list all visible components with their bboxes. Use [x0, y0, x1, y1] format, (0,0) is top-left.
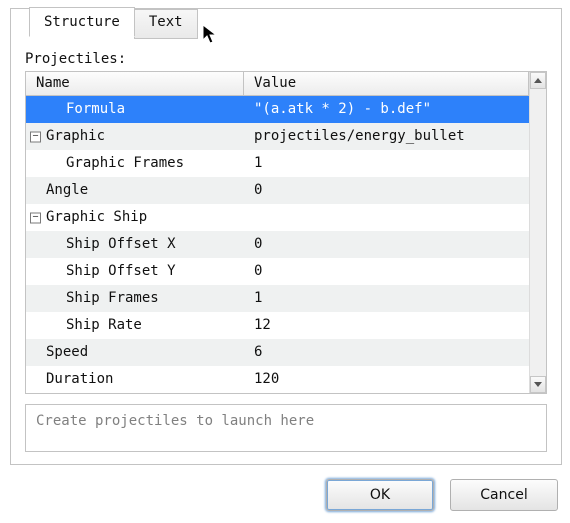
ok-button[interactable]: OK: [326, 479, 434, 511]
row-name-label: Angle: [26, 177, 88, 204]
cell-name: Ship Rate: [26, 312, 244, 339]
table-row[interactable]: Ship Frames 1: [26, 285, 529, 312]
tab-bar: Structure Text: [29, 7, 197, 37]
table-row[interactable]: Ship Offset X 0: [26, 231, 529, 258]
table-row[interactable]: Duration 120: [26, 366, 529, 393]
row-name-label: Graphic Frames: [26, 150, 184, 177]
tab-text-label: Text: [149, 14, 183, 30]
hint-text: Create projectiles to launch here: [25, 404, 547, 452]
property-grid: Name Value Formula"(a.atk * 2) - b.def"−…: [25, 71, 547, 394]
cell-name: Ship Frames: [26, 285, 244, 312]
cell-name: Graphic Frames: [26, 150, 244, 177]
table-row[interactable]: Formula "(a.atk * 2) - b.def": [26, 96, 529, 123]
row-name-label: Ship Rate: [26, 312, 142, 339]
cell-name: Ship Offset X: [26, 231, 244, 258]
tab-text[interactable]: Text: [134, 9, 198, 39]
chevron-down-icon: [534, 382, 542, 387]
row-name-label: Speed: [26, 339, 88, 366]
cancel-button[interactable]: Cancel: [450, 479, 558, 511]
column-header-value[interactable]: Value: [244, 72, 529, 95]
table-row[interactable]: −Graphic Ship: [26, 204, 529, 231]
table-row[interactable]: Ship Offset Y 0: [26, 258, 529, 285]
cell-name: Duration: [26, 366, 244, 393]
cell-value[interactable]: 0: [244, 177, 529, 204]
cell-value[interactable]: 120: [244, 366, 529, 393]
collapse-toggle-icon[interactable]: −: [30, 131, 41, 142]
row-name-label: Formula: [26, 96, 125, 123]
cell-name: −Graphic Ship: [26, 204, 244, 231]
cell-name: Angle: [26, 177, 244, 204]
row-name-label: Ship Frames: [26, 285, 159, 312]
cell-name: Formula: [26, 96, 244, 123]
row-name-label: Duration: [26, 366, 113, 393]
scroll-down-button[interactable]: [530, 376, 546, 393]
cancel-button-label: Cancel: [480, 487, 527, 503]
cell-value[interactable]: 12: [244, 312, 529, 339]
chevron-up-icon: [534, 78, 542, 83]
collapse-toggle-icon[interactable]: −: [30, 212, 41, 223]
section-label: Projectiles:: [25, 51, 547, 67]
cell-name: Speed: [26, 339, 244, 366]
cell-value[interactable]: "(a.atk * 2) - b.def": [244, 96, 529, 123]
dialog-buttons: OK Cancel: [326, 479, 558, 511]
column-header-name[interactable]: Name: [26, 72, 244, 95]
row-name-label: Ship Offset X: [26, 231, 176, 258]
ok-button-label: OK: [370, 487, 390, 503]
table-row[interactable]: Ship Rate 12: [26, 312, 529, 339]
cell-name: Ship Offset Y: [26, 258, 244, 285]
table-row[interactable]: Speed 6: [26, 339, 529, 366]
scroll-track[interactable]: [530, 89, 546, 376]
table-row[interactable]: −Graphicprojectiles/energy_bullet: [26, 123, 529, 150]
cell-value[interactable]: 1: [244, 150, 529, 177]
cell-value[interactable]: projectiles/energy_bullet: [244, 123, 529, 150]
cell-value[interactable]: [244, 204, 529, 231]
cell-value[interactable]: 1: [244, 285, 529, 312]
table-row[interactable]: Graphic Frames 1: [26, 150, 529, 177]
row-name-label: Ship Offset Y: [26, 258, 176, 285]
cell-name: −Graphic: [26, 123, 244, 150]
cell-value[interactable]: 0: [244, 258, 529, 285]
cell-value[interactable]: 6: [244, 339, 529, 366]
table-row[interactable]: Angle 0: [26, 177, 529, 204]
vertical-scrollbar[interactable]: [529, 72, 546, 393]
grid-header: Name Value: [26, 72, 529, 96]
tab-structure-label: Structure: [44, 14, 120, 30]
editor-panel: Structure Text Projectiles: Name Value F…: [10, 8, 562, 465]
cell-value[interactable]: 0: [244, 231, 529, 258]
row-name-label: Graphic Ship: [26, 204, 147, 231]
scroll-up-button[interactable]: [530, 72, 546, 89]
tab-structure[interactable]: Structure: [29, 7, 135, 37]
